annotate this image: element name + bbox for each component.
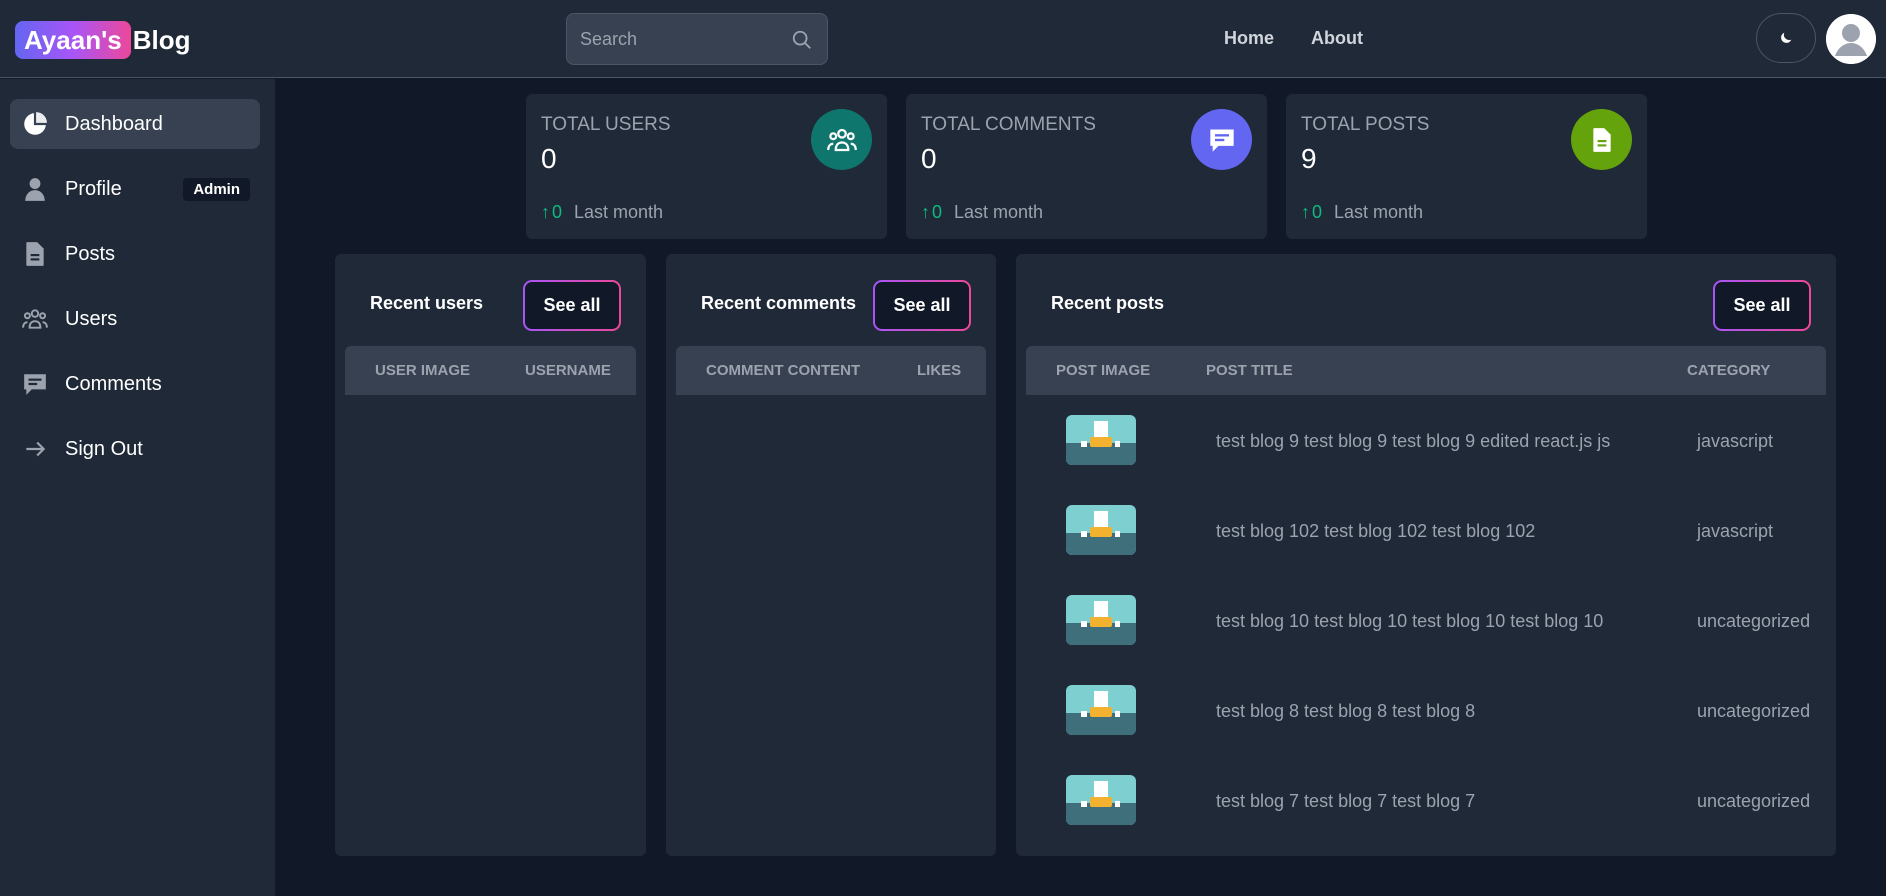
column-header: USER IMAGE <box>375 362 471 379</box>
table-row[interactable]: test blog 8 test blog 8 test blog 8 unca… <box>1026 665 1826 755</box>
stat-delta: 0 <box>552 202 563 222</box>
see-all-posts-button[interactable]: See all <box>1713 280 1811 331</box>
see-all-label: See all <box>875 282 969 329</box>
arrow-up-icon: ↑ <box>541 202 550 222</box>
post-title[interactable]: test blog 7 test blog 7 test blog 7 <box>1216 791 1475 812</box>
role-badge: Admin <box>183 178 250 201</box>
sidebar-item-comments[interactable]: Comments <box>10 359 260 409</box>
post-title[interactable]: test blog 9 test blog 9 test blog 9 edit… <box>1216 431 1610 452</box>
post-category: javascript <box>1697 431 1774 451</box>
post-category: uncategorized <box>1697 791 1811 811</box>
table-header: COMMENT CONTENT LIKES <box>676 346 986 395</box>
panel-title: Recent users <box>370 293 484 313</box>
post-title[interactable]: test blog 8 test blog 8 test blog 8 <box>1216 701 1475 722</box>
sidebar-item-label: Users <box>65 307 118 330</box>
sidebar: Dashboard Profile Admin Posts Users Comm… <box>0 79 275 896</box>
brand-highlight: Ayaan's <box>15 21 131 59</box>
search-icon[interactable] <box>791 29 813 51</box>
sidebar-item-posts[interactable]: Posts <box>10 229 260 279</box>
moon-icon <box>1781 32 1792 43</box>
sidebar-item-label: Comments <box>65 372 162 395</box>
arrow-right-icon <box>26 441 46 457</box>
document-icon <box>26 242 44 266</box>
stat-period: Last month <box>574 202 664 222</box>
stat-period: Last month <box>954 202 1044 222</box>
see-all-label: See all <box>525 282 619 329</box>
arrow-up-icon: ↑ <box>921 202 930 222</box>
table-header: USER IMAGE USERNAME <box>345 346 636 395</box>
post-thumbnail[interactable] <box>1066 685 1136 735</box>
stat-card-users: TOTAL USERS 0 ↑ 0 Last month <box>526 94 887 239</box>
search-input[interactable] <box>567 14 827 64</box>
brand-text: Blog <box>132 24 191 55</box>
comment-icon <box>1191 109 1252 170</box>
stat-title: TOTAL COMMENTS <box>921 114 1096 135</box>
post-title[interactable]: test blog 102 test blog 102 test blog 10… <box>1216 521 1535 542</box>
pie-chart-icon <box>24 112 47 135</box>
column-header: POST IMAGE <box>1056 362 1151 379</box>
theme-toggle-button[interactable] <box>1756 13 1816 63</box>
see-all-comments-button[interactable]: See all <box>873 280 971 331</box>
avatar-placeholder-icon <box>1826 14 1876 64</box>
nav-link-about[interactable]: About <box>1311 28 1363 49</box>
stat-value: 0 <box>921 143 937 174</box>
sidebar-item-sign-out[interactable]: Sign Out <box>10 424 260 474</box>
post-thumbnail[interactable] <box>1066 415 1136 465</box>
post-category: javascript <box>1697 521 1774 541</box>
brand-logo[interactable]: Ayaan's Blog <box>15 21 190 59</box>
table-header: POST IMAGE POST TITLE CATEGORY <box>1026 346 1826 395</box>
panel-title: Recent comments <box>701 293 857 313</box>
post-thumbnail[interactable] <box>1066 505 1136 555</box>
top-navbar: Ayaan's Blog Home About <box>0 0 1886 78</box>
sidebar-item-dashboard[interactable]: Dashboard <box>10 99 260 149</box>
stat-title: TOTAL USERS <box>541 114 671 135</box>
sidebar-item-label: Posts <box>65 242 116 265</box>
stat-delta: 0 <box>932 202 943 222</box>
column-header: COMMENT CONTENT <box>706 362 861 379</box>
recent-comments-panel: Recent comments See all COMMENT CONTENT … <box>666 254 996 856</box>
sidebar-item-label: Dashboard <box>65 112 163 135</box>
stat-period: Last month <box>1334 202 1424 222</box>
column-header: USERNAME <box>525 362 611 379</box>
comment-icon <box>24 374 46 395</box>
stat-value: 9 <box>1301 143 1317 174</box>
table-row[interactable]: test blog 7 test blog 7 test blog 7 unca… <box>1026 755 1826 845</box>
column-header: POST TITLE <box>1206 362 1293 379</box>
see-all-users-button[interactable]: See all <box>523 280 621 331</box>
table-row[interactable]: test blog 10 test blog 10 test blog 10 t… <box>1026 575 1826 665</box>
recent-users-panel: Recent users See all USER IMAGE USERNAME <box>335 254 646 856</box>
stat-card-comments: TOTAL COMMENTS 0 ↑ 0 Last month <box>906 94 1267 239</box>
stat-card-posts: TOTAL POSTS 9 ↑ 0 Last month <box>1286 94 1647 239</box>
table-row[interactable]: test blog 9 test blog 9 test blog 9 edit… <box>1026 395 1826 485</box>
nav-link-home[interactable]: Home <box>1224 28 1274 49</box>
stat-footer: ↑ 0 Last month <box>921 202 1043 223</box>
user-avatar[interactable] <box>1826 14 1876 64</box>
column-header: CATEGORY <box>1687 362 1771 379</box>
stat-footer: ↑ 0 Last month <box>541 202 663 223</box>
sidebar-item-label: Profile <box>65 177 122 200</box>
sidebar-item-profile[interactable]: Profile Admin <box>10 164 260 214</box>
post-thumbnail[interactable] <box>1066 595 1136 645</box>
document-icon <box>1571 109 1632 170</box>
sidebar-item-users[interactable]: Users <box>10 294 260 344</box>
see-all-label: See all <box>1715 282 1809 329</box>
stat-delta: 0 <box>1312 202 1323 222</box>
recent-posts-panel: Recent posts See all POST IMAGE POST TIT… <box>1016 254 1836 856</box>
post-category: uncategorized <box>1697 701 1811 721</box>
panel-title: Recent posts <box>1051 293 1165 313</box>
stat-footer: ↑ 0 Last month <box>1301 202 1423 223</box>
stat-value: 0 <box>541 143 557 174</box>
arrow-up-icon: ↑ <box>1301 202 1310 222</box>
post-thumbnail[interactable] <box>1066 775 1136 825</box>
users-group-icon <box>22 309 48 329</box>
post-title[interactable]: test blog 10 test blog 10 test blog 10 t… <box>1216 611 1603 632</box>
post-category: uncategorized <box>1697 611 1811 631</box>
sidebar-item-label: Sign Out <box>65 437 143 460</box>
search-box <box>566 13 828 65</box>
stat-title: TOTAL POSTS <box>1301 114 1430 135</box>
column-header: LIKES <box>917 362 962 379</box>
user-icon <box>25 178 45 201</box>
table-row[interactable]: test blog 102 test blog 102 test blog 10… <box>1026 485 1826 575</box>
users-group-icon <box>811 109 872 170</box>
